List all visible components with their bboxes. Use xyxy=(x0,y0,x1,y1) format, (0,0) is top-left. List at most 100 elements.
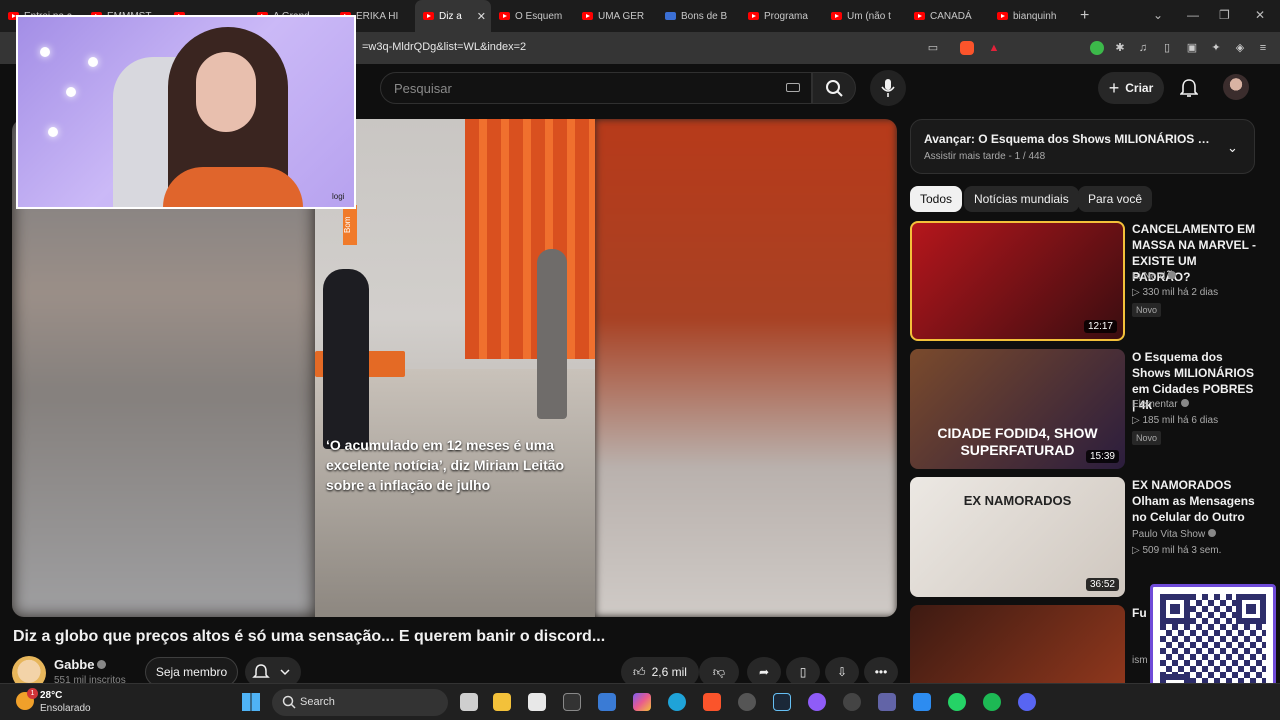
new-badge: Novo xyxy=(1132,431,1162,445)
filter-chip[interactable]: Para você xyxy=(1078,186,1153,212)
account-avatar[interactable] xyxy=(1223,74,1249,100)
download-icon: ⇩ xyxy=(836,665,848,679)
app-icon[interactable] xyxy=(913,693,931,711)
browser-tab[interactable]: Programa xyxy=(740,0,823,32)
bookmark-icon: ▯ xyxy=(799,665,807,679)
channel-name: Ei Nerd xyxy=(1132,271,1166,282)
new-badge: Novo xyxy=(1132,303,1162,317)
vpn-icon[interactable]: ◈ xyxy=(1233,41,1247,55)
voice-search-button[interactable] xyxy=(870,70,906,106)
app-icon[interactable] xyxy=(528,693,546,711)
youtube-favicon-icon xyxy=(831,12,842,20)
thumbs-down-icon: 👎︎ xyxy=(712,664,726,679)
rewards-icon[interactable]: ▲ xyxy=(987,41,1001,55)
queue-subtitle: Assistir mais tarde - 1 / 448 xyxy=(924,151,1046,162)
recommendation-meta: ▷ 185 mil há 6 dias xyxy=(1132,415,1219,426)
filter-chip[interactable]: Notícias mundiais xyxy=(964,186,1079,212)
recommendation-channel[interactable]: Elementar xyxy=(1132,399,1189,410)
plus-icon: + xyxy=(1108,77,1120,98)
recommendation-thumbnail[interactable]: 12:17 xyxy=(910,221,1125,341)
discord-icon[interactable] xyxy=(1018,693,1036,711)
studio-backdrop xyxy=(465,119,595,359)
youtube-favicon-icon xyxy=(914,12,925,20)
extension-green-icon[interactable] xyxy=(1090,41,1104,55)
app-icon[interactable] xyxy=(808,693,826,711)
browser-tab[interactable]: UMA GER xyxy=(574,0,657,32)
channel-name: ism xyxy=(1132,655,1148,666)
app-icon[interactable] xyxy=(738,693,756,711)
edge-icon[interactable] xyxy=(668,693,686,711)
recommendation-thumbnail[interactable]: CIDADE FODID4, SHOW SUPERFATURAD 15:39 xyxy=(910,349,1125,469)
recommendation-channel[interactable]: Ei Nerd xyxy=(1132,271,1177,282)
notifications-bell-icon[interactable] xyxy=(1180,78,1198,98)
browser-tab[interactable]: bianquinh xyxy=(989,0,1072,32)
thumbnail-text: EX NAMORADOS xyxy=(963,493,1072,508)
browser-tab[interactable]: Diz a ✕ xyxy=(415,0,491,32)
chevron-down-icon[interactable]: ⌄ xyxy=(1227,140,1238,156)
whatsapp-icon[interactable] xyxy=(948,693,966,711)
recommendation-thumbnail[interactable]: EX NAMORADOS 36:52 xyxy=(910,477,1125,597)
minimize-icon[interactable]: — xyxy=(1187,8,1199,22)
bokeh-light xyxy=(48,127,58,137)
browser-tab[interactable]: Um (não t xyxy=(823,0,906,32)
qr-finder xyxy=(1160,594,1190,624)
wallet-icon[interactable]: ▣ xyxy=(1185,41,1199,55)
tab-label: O Esquem xyxy=(515,10,563,22)
app-icon[interactable] xyxy=(843,693,861,711)
thumbs-up-icon: 👍︎ xyxy=(633,664,646,679)
steam-icon[interactable] xyxy=(773,693,791,711)
recommendation-channel[interactable]: ism xyxy=(1132,655,1148,666)
presenter-figure xyxy=(537,249,567,419)
leo-ai-icon[interactable]: ✦ xyxy=(1209,41,1223,55)
filter-chip[interactable]: Todos xyxy=(910,186,963,212)
recommendation-item[interactable]: CIDADE FODID4, SHOW SUPERFATURAD 15:39 O E… xyxy=(910,349,1260,471)
video-caption: ‘O acumulado em 12 meses é uma excelente… xyxy=(326,437,565,493)
spotify-icon[interactable] xyxy=(983,693,1001,711)
webcam-brand: logi xyxy=(332,192,345,201)
recommendation-channel[interactable]: Paulo Vita Show xyxy=(1132,529,1217,540)
windows-start-icon[interactable] xyxy=(242,693,260,711)
recommendation-meta: ▷ 330 mil há 2 dias xyxy=(1132,287,1219,298)
recommendation-title[interactable]: EX NAMORADOS Olham as Mensagens no Celul… xyxy=(1132,477,1257,525)
extensions-icon[interactable]: ✱ xyxy=(1113,41,1127,55)
close-tab-icon[interactable]: ✕ xyxy=(477,10,486,23)
copilot-icon[interactable] xyxy=(633,693,651,711)
task-view-icon[interactable] xyxy=(460,693,478,711)
sidebar-icon[interactable]: ▯ xyxy=(1160,41,1174,55)
store-icon[interactable] xyxy=(598,693,616,711)
browser-tab[interactable]: O Esquem xyxy=(491,0,574,32)
browser-tab[interactable]: CANADÁ xyxy=(906,0,989,32)
teams-icon[interactable] xyxy=(878,693,896,711)
create-button[interactable]: + Criar xyxy=(1098,72,1164,104)
tab-search-icon[interactable]: ⌄ xyxy=(1153,8,1163,22)
url-text[interactable]: =w3q-MldrQDg&list=WL&index=2 xyxy=(362,41,526,53)
taskbar-search[interactable]: Search xyxy=(272,689,448,716)
epic-games-icon[interactable] xyxy=(563,693,581,711)
weather-temp[interactable]: 28°C xyxy=(40,690,62,701)
close-window-icon[interactable]: ✕ xyxy=(1255,8,1265,22)
recommendation-item[interactable]: EX NAMORADOS 36:52 EX NAMORADOS Olham as M… xyxy=(910,477,1260,599)
menu-icon[interactable]: ≡ xyxy=(1256,41,1270,55)
file-explorer-icon[interactable] xyxy=(493,693,511,711)
restore-icon[interactable]: ❐ xyxy=(1219,8,1230,22)
tab-label: CANADÁ xyxy=(930,10,972,22)
weather-condition[interactable]: Ensolarado xyxy=(40,703,91,714)
channel-name[interactable]: Gabbe xyxy=(54,657,94,672)
music-icon[interactable]: ♫ xyxy=(1136,41,1150,55)
search-button[interactable] xyxy=(812,72,856,104)
brave-icon[interactable] xyxy=(703,693,721,711)
brave-shields-icon[interactable] xyxy=(960,41,974,55)
youtube-favicon-icon xyxy=(423,12,434,20)
recommendation-item[interactable]: 12:17 CANCELAMENTO EM MASSA NA MARVEL - E… xyxy=(910,221,1260,343)
taskbar-search-label: Search xyxy=(300,696,335,708)
search-input[interactable]: Pesquisar xyxy=(380,72,812,104)
browser-tab[interactable]: Bons de B xyxy=(657,0,740,32)
keyboard-icon[interactable] xyxy=(786,83,800,92)
new-tab-button[interactable]: + xyxy=(1072,0,1097,32)
webcam-overlay: logi xyxy=(16,15,356,209)
youtube-favicon-icon xyxy=(582,12,593,20)
cast-icon[interactable]: ▭ xyxy=(926,41,940,55)
bokeh-light xyxy=(88,57,98,67)
side-badge: Bom xyxy=(343,205,357,245)
playlist-queue-panel[interactable]: Avançar: O Esquema dos Shows MILIONÁRIOS… xyxy=(910,119,1255,174)
